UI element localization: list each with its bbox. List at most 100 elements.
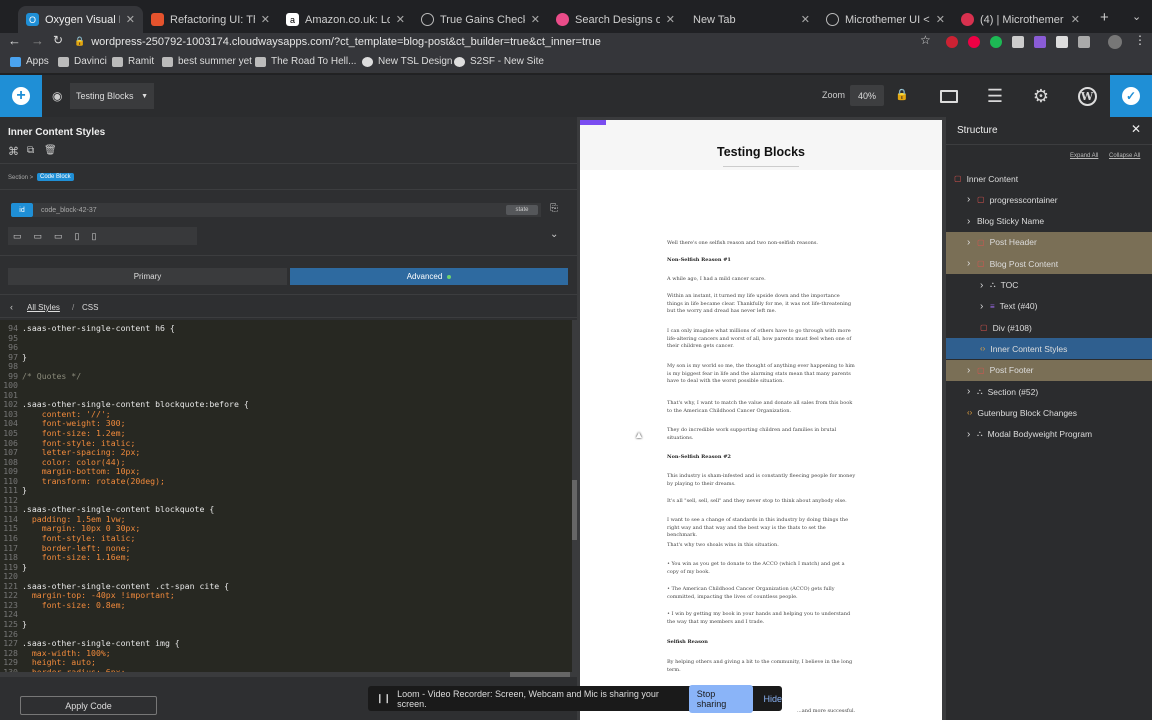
expand-caret-icon[interactable]: › [967,237,977,248]
close-tab-icon[interactable]: ✕ [801,13,810,26]
laptop-icon[interactable]: ▭ [34,231,43,242]
all-styles-link[interactable]: All Styles [27,303,60,312]
chevron-down-icon[interactable]: ⌄ [550,229,558,240]
bookmark-link[interactable]: New TSL Design [362,56,452,67]
bookmark-star-icon[interactable]: ☆ [920,33,931,47]
desktop-preview-icon[interactable] [926,75,972,117]
bookmark-apps[interactable]: Apps [10,56,49,67]
loom-extension-icon[interactable] [946,36,958,48]
structure-item[interactable]: › ▢ Post Footer [946,359,1152,381]
forward-icon[interactable]: → [31,33,44,48]
browser-tab[interactable]: (4) | Microthemer UI < w ✕ [953,6,1088,33]
structure-item[interactable]: ▢ Inner Content [946,168,1152,189]
trash-icon[interactable]: 🗑 [44,145,57,156]
close-tab-icon[interactable]: ✕ [1071,13,1080,26]
extension-icon[interactable] [990,36,1002,48]
expand-caret-icon[interactable]: › [967,216,977,227]
close-panel-icon[interactable]: ✕ [1131,122,1141,136]
browser-menu-icon[interactable]: ⋮ [1134,33,1146,47]
tablet-landscape-icon[interactable]: ▭ [54,231,63,242]
structure-item[interactable]: › ≡ Text (#40) [946,296,1152,317]
extension-icon[interactable] [1034,36,1046,48]
browser-tab[interactable]: Search Designs on Drib ✕ [548,6,683,33]
tab-search-icon[interactable]: ⌄ [1132,10,1141,23]
structure-item[interactable]: › ⛬ Section (#52) [946,381,1152,402]
expand-all-link[interactable]: Expand All [1070,153,1098,159]
browser-tab[interactable]: a Amazon.co.uk: Low Pri ✕ [278,6,413,33]
structure-item[interactable]: › ▢ Blog Post Content [946,253,1152,275]
close-tab-icon[interactable]: ✕ [531,13,540,26]
breadcrumb-current[interactable]: Code Block [37,173,74,181]
browser-tab[interactable]: O Oxygen Visual Editor – T ✕ [18,6,143,33]
expand-caret-icon[interactable]: › [967,194,977,205]
tab-primary[interactable]: Primary [8,268,287,285]
expand-caret-icon[interactable]: › [980,301,990,312]
expand-caret-icon[interactable]: › [980,280,990,291]
page-preview[interactable]: Testing Blocks Well there's one selfish … [580,120,942,720]
scrollbar-thumb[interactable] [510,672,570,677]
structure-item[interactable]: ‹› Inner Content Styles [946,338,1152,360]
browser-tab[interactable]: Microthemer UI < word ✕ [818,6,953,33]
hierarchy-icon[interactable]: ⌘ [8,145,19,158]
css-code-editor[interactable]: 94 .saas-other-single-content h6 {95 96 97}… [0,320,572,677]
close-tab-icon[interactable]: ✕ [126,13,135,26]
structure-item[interactable]: ‹› Gutenburg Block Changes [946,402,1152,423]
add-element-button[interactable]: + [0,75,42,117]
extension-icon[interactable] [1056,36,1068,48]
page-selector-dropdown[interactable]: Testing Blocks ▼ [70,83,154,109]
bookmark-link[interactable]: S2SF - New Site [454,56,544,67]
close-tab-icon[interactable]: ✕ [666,13,675,26]
structure-item[interactable]: › ▢ progresscontainer [946,189,1152,210]
profile-avatar[interactable] [1108,35,1122,49]
bookmark-folder[interactable]: The Road To Hell... [255,56,356,67]
structure-item[interactable]: › ⛬ Modal Bodyweight Program [946,424,1152,445]
wordpress-icon[interactable]: W [1064,75,1110,117]
zoom-input[interactable]: 40% [850,85,884,106]
extension-icon[interactable] [1012,36,1024,48]
settings-gear-icon[interactable]: ⚙ [1018,75,1064,117]
new-tab-icon[interactable]: + [1100,9,1109,26]
browser-tab[interactable]: Refactoring UI: The Boo ✕ [143,6,278,33]
breadcrumb-parent[interactable]: Section > [8,175,33,181]
tablet-portrait-icon[interactable]: ▯ [75,231,80,242]
back-chevron-icon[interactable]: ‹ [10,302,13,312]
duplicate-icon[interactable]: ⧉ [27,145,34,156]
hide-button[interactable]: Hide [763,694,782,704]
extension-icon[interactable] [968,36,980,48]
close-tab-icon[interactable]: ✕ [261,13,270,26]
editor-horizontal-scrollbar[interactable] [0,672,572,677]
save-checkmark-button[interactable]: ✓ [1110,75,1152,117]
state-button[interactable]: state [506,205,538,215]
bookmark-folder[interactable]: best summer yet [162,56,252,67]
expand-caret-icon[interactable]: › [967,258,977,269]
browser-tab[interactable]: True Gains Checkout — ✕ [413,6,548,33]
selector-options-icon[interactable]: ⎘ [550,203,558,214]
selector-field[interactable]: code_block-42-37 [33,203,541,217]
structure-item[interactable]: › ▢ Post Header [946,231,1152,253]
bookmark-folder[interactable]: Ramit [112,56,154,67]
close-tab-icon[interactable]: ✕ [936,13,945,26]
expand-caret-icon[interactable]: › [967,386,977,397]
pause-icon[interactable]: ❙❙ [376,693,391,704]
browser-tab[interactable]: New Tab ✕ [683,6,818,33]
id-badge[interactable]: id [11,203,33,217]
desktop-icon[interactable]: ▭ [13,231,22,242]
reload-icon[interactable]: ↻ [53,33,63,47]
manage-stylesheets-icon[interactable]: ☰ [972,75,1018,117]
collapse-all-link[interactable]: Collapse All [1109,153,1140,159]
tab-advanced[interactable]: Advanced [290,268,568,285]
url-field[interactable]: 🔒 wordpress-250792-1003174.cloudwaysapps… [74,33,944,50]
apply-code-button[interactable]: Apply Code [20,696,157,715]
back-icon[interactable]: ← [8,33,21,48]
close-tab-icon[interactable]: ✕ [396,13,405,26]
breakpoint-selector[interactable]: ▭ ▭ ▭ ▯ ▯ [8,227,197,245]
extension-icon[interactable] [1078,36,1090,48]
phone-icon[interactable]: ▯ [92,231,97,242]
structure-item[interactable]: › ⛬ TOC [946,275,1152,296]
expand-caret-icon[interactable]: › [967,429,977,440]
bookmark-folder[interactable]: Davinci [58,56,107,67]
expand-caret-icon[interactable]: › [967,365,977,376]
stop-sharing-button[interactable]: Stop sharing [688,684,754,713]
lock-icon[interactable]: 🔒 [895,88,909,101]
structure-item[interactable]: ▢ Div (#108) [946,317,1152,338]
